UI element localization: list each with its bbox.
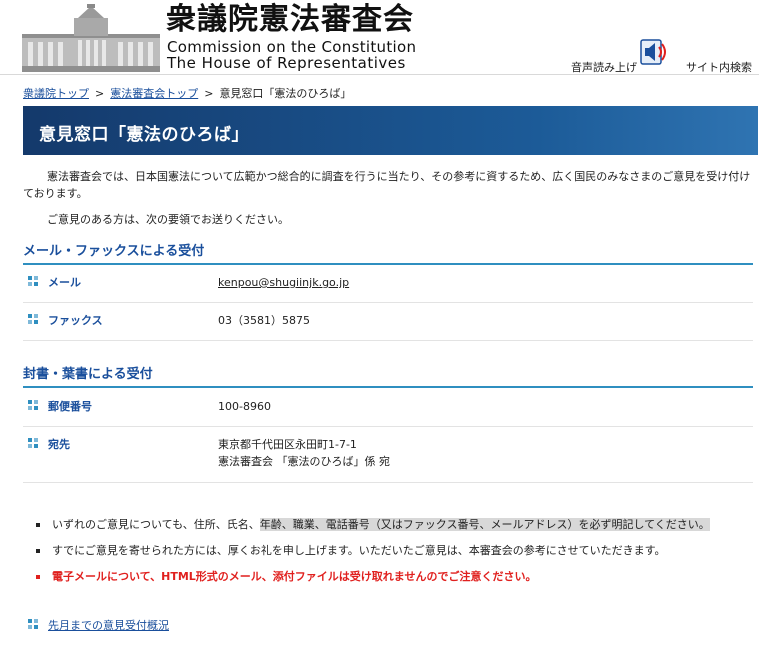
header-tools: 音声読み上げ サイト内検索 xyxy=(552,38,752,75)
intro-paragraph: 憲法審査会では、日本国憲法について広範かつ総合的に調査を行うに当たり、その参考に… xyxy=(23,168,751,202)
intro-instruction: ご意見のある方は、次の要領でお送りください。 xyxy=(47,213,289,226)
note-required-info: いずれのご意見についても、住所、氏名、年齢、職業、電話番号（又はファックス番号、… xyxy=(36,516,756,533)
zip-row: 郵便番号 100-8960 xyxy=(23,400,753,427)
fax-number: 03（3581）5875 xyxy=(218,314,310,327)
site-header: 衆議院憲法審査会 Commission on the Constitution … xyxy=(0,0,759,75)
page-title-bar: 意見窓口「憲法のひろば」 xyxy=(23,106,758,155)
breadcrumb-link-top[interactable]: 衆議院トップ xyxy=(23,87,89,100)
address-line-1: 東京都千代田区永田町1-7-1 xyxy=(218,438,357,451)
address-line-2: 憲法審査会 「憲法のひろば」係 宛 xyxy=(218,455,390,468)
mail-address-link[interactable]: kenpou@shugiinjk.go.jp xyxy=(218,274,349,291)
breadcrumb: 衆議院トップ > 憲法審査会トップ > 意見窓口「憲法のひろば」 xyxy=(23,85,351,101)
voice-readout-link[interactable]: 音声読み上げ xyxy=(571,59,637,75)
address-value: 東京都千代田区永田町1-7-1 憲法審査会 「憲法のひろば」係 宛 xyxy=(218,436,390,470)
address-row: 宛先 東京都千代田区永田町1-7-1 憲法審査会 「憲法のひろば」係 宛 xyxy=(23,438,753,483)
page-title: 意見窓口「憲法のひろば」 xyxy=(39,125,249,145)
zip-label: 郵便番号 xyxy=(48,400,92,413)
section-heading-mail-fax: メール・ファックスによる受付 xyxy=(23,240,753,265)
grid-bullet-icon xyxy=(28,276,38,286)
site-title-jp[interactable]: 衆議院憲法審査会 xyxy=(166,2,414,38)
mail-label: メール xyxy=(48,276,81,289)
note-required-info-highlight: 年齢、職業、電話番号（又はファックス番号、メールアドレス）を必ず明記してください… xyxy=(259,518,710,531)
speaker-icon[interactable] xyxy=(640,38,670,68)
address-label: 宛先 xyxy=(48,438,70,451)
breadcrumb-current: 意見窓口「憲法のひろば」 xyxy=(219,87,352,100)
fax-label: ファックス xyxy=(48,314,103,327)
diet-building-logo[interactable] xyxy=(22,4,160,72)
past-summary-link[interactable]: 先月までの意見受付概況 xyxy=(48,617,169,633)
site-search-link[interactable]: サイト内検索 xyxy=(686,59,752,75)
breadcrumb-separator: > xyxy=(204,87,214,100)
zip-code: 100-8960 xyxy=(218,400,271,413)
grid-bullet-icon xyxy=(28,314,38,324)
section-heading-post: 封書・葉書による受付 xyxy=(23,363,753,388)
notes-list: いずれのご意見についても、住所、氏名、年齢、職業、電話番号（又はファックス番号、… xyxy=(36,516,756,594)
note-required-info-text: いずれのご意見についても、住所、氏名、 xyxy=(52,518,260,531)
breadcrumb-link-commission[interactable]: 憲法審査会トップ xyxy=(110,87,198,100)
grid-bullet-icon xyxy=(28,619,38,629)
fax-row: ファックス 03（3581）5875 xyxy=(23,314,753,341)
mail-row: メール kenpou@shugiinjk.go.jp xyxy=(23,276,753,303)
breadcrumb-separator: > xyxy=(95,87,105,100)
grid-bullet-icon xyxy=(28,438,38,448)
site-title-en-line2: The House of Representatives xyxy=(167,54,406,72)
note-email-warning: 電子メールについて、HTML形式のメール、添付ファイルは受け取れませんのでご注意… xyxy=(36,568,756,585)
intro-text: 憲法審査会では、日本国憲法について広範かつ総合的に調査を行うに当たり、その参考に… xyxy=(23,170,751,200)
grid-bullet-icon xyxy=(28,400,38,410)
note-thanks: すでにご意見を寄せられた方には、厚くお礼を申し上げます。いただいたご意見は、本審… xyxy=(36,542,756,559)
